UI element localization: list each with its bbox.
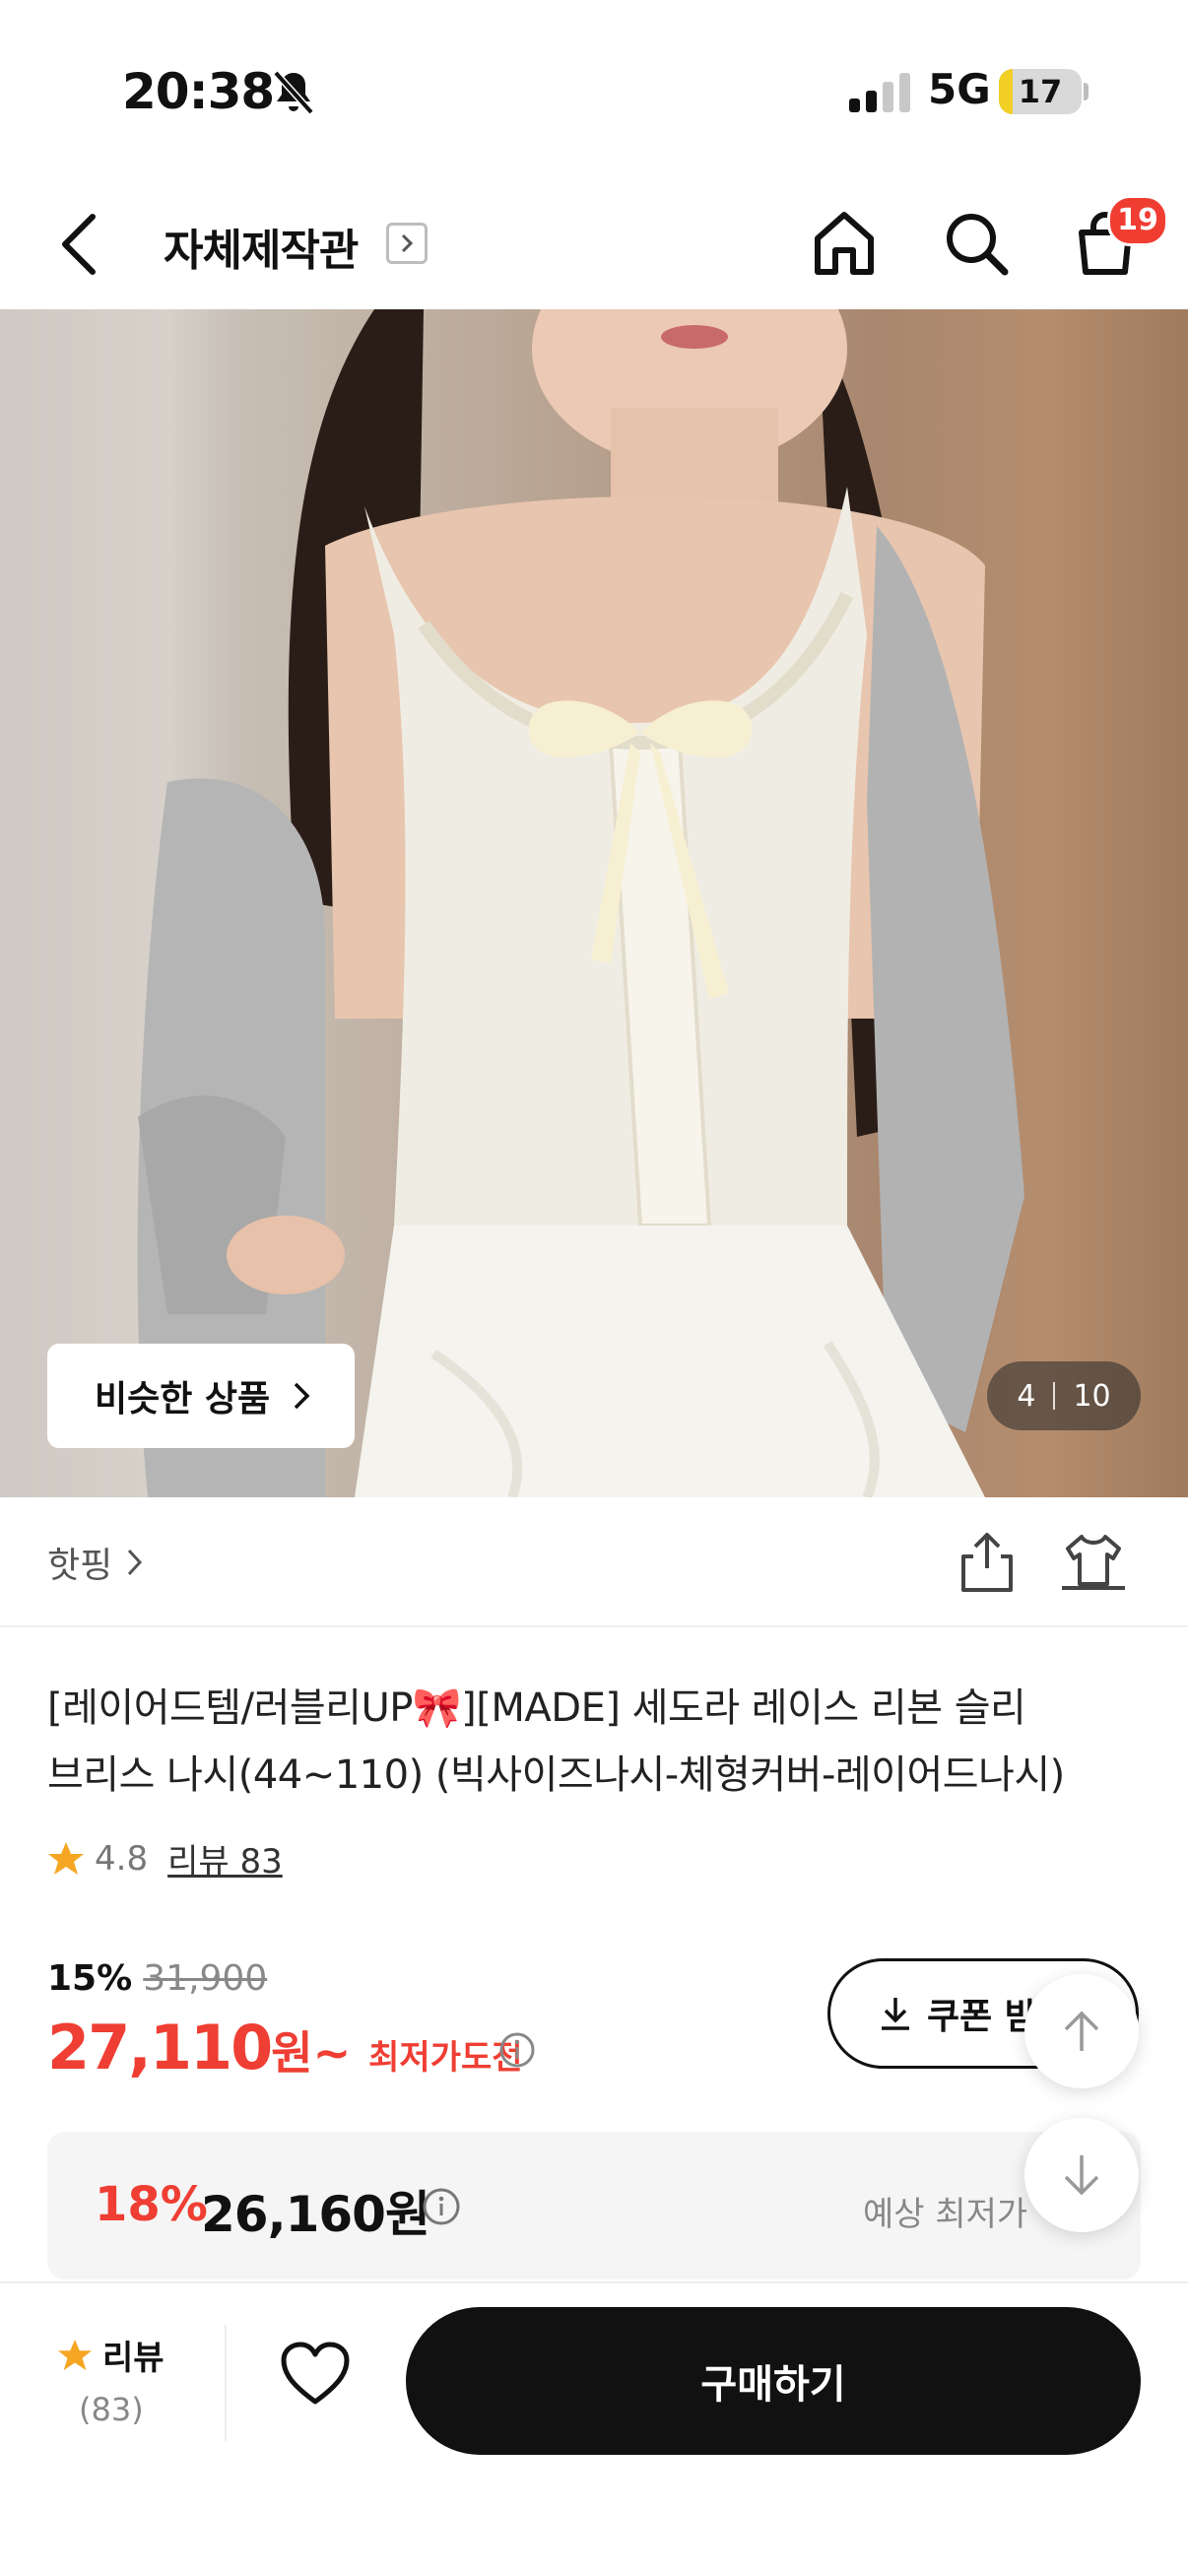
product-title-line2: 브리스 나시(44~110) (빅사이즈나시-체형커버-레이어드나시)	[47, 1752, 1065, 1798]
sale-price-unit: 원~	[271, 2026, 352, 2080]
image-page-total: 10	[1073, 1378, 1111, 1414]
expected-price: 26,160원	[201, 2186, 430, 2243]
arrow-down-icon	[1064, 2155, 1099, 2196]
rating-value: 4.8	[95, 1838, 149, 1879]
home-icon[interactable]	[812, 209, 877, 278]
page-indicator-separator	[1053, 1382, 1056, 1410]
info-icon[interactable]	[422, 2187, 461, 2226]
chevron-right-icon	[294, 1382, 310, 1410]
brand-link[interactable]: 핫핑	[47, 1537, 144, 1588]
heart-icon[interactable]	[280, 2341, 351, 2408]
product-title-line1: [레이어드템/러블리UP🎀][MADE] 세도라 레이스 리본 슬리	[47, 1685, 1026, 1731]
image-page-indicator: 4 10	[987, 1361, 1141, 1430]
star-icon	[48, 1841, 84, 1875]
review-tab[interactable]: 리뷰 (83)	[57, 2331, 185, 2428]
signal-icon	[849, 73, 910, 112]
battery-indicator: 17	[999, 69, 1082, 114]
buy-button[interactable]: 구매하기	[406, 2307, 1141, 2455]
battery-level: 17	[1018, 73, 1063, 110]
store-title[interactable]: 자체제작관	[164, 215, 359, 278]
review-count-link[interactable]: 리뷰 83	[167, 1834, 283, 1882]
arrow-up-icon	[1064, 2011, 1099, 2051]
similar-products-button[interactable]: 비슷한 상품	[47, 1344, 355, 1448]
chevron-right-icon	[128, 1549, 143, 1576]
scroll-up-button[interactable]	[1024, 1974, 1139, 2088]
expected-lowest-label: 예상 최저가	[863, 2195, 1028, 2234]
expected-lowest-price-box[interactable]: 18% 26,160원 예상 최저가	[47, 2132, 1141, 2279]
buy-button-label: 구매하기	[700, 2362, 846, 2408]
download-icon	[882, 1998, 909, 2030]
vertical-divider	[225, 2325, 227, 2441]
back-icon[interactable]	[55, 209, 104, 280]
store-chevron-icon[interactable]	[386, 223, 428, 264]
brand-name: 핫핑	[47, 1546, 113, 1586]
bell-muted-icon	[273, 70, 314, 115]
product-image[interactable]	[0, 309, 1188, 1497]
battery-nub	[1084, 83, 1089, 100]
star-icon	[58, 2339, 92, 2370]
original-price: 31,900	[143, 1958, 268, 1999]
outfit-icon[interactable]	[1062, 1533, 1125, 1592]
status-time: 20:38	[122, 63, 275, 120]
search-icon[interactable]	[942, 209, 1011, 278]
price-original-row: 15% 31,900	[47, 1958, 267, 1999]
review-tab-label: 리뷰	[102, 2339, 165, 2378]
sale-price-row: 27,110 원~ 최저가도전	[47, 2012, 523, 2083]
info-icon[interactable]	[498, 2031, 536, 2069]
divider	[0, 1625, 1188, 1627]
similar-products-label: 비슷한 상품	[95, 1379, 271, 1420]
review-tab-count: (83)	[79, 2391, 144, 2428]
product-title: [레이어드템/러블리UP🎀][MADE] 세도라 레이스 리본 슬리 브리스 나…	[47, 1675, 1141, 1809]
scroll-down-button[interactable]	[1024, 2118, 1139, 2232]
image-page-current: 4	[1017, 1378, 1036, 1414]
discount-percent: 15%	[47, 1958, 133, 1999]
product-photo-illustration	[137, 309, 1024, 1497]
rating-row: 4.8 리뷰 83	[47, 1834, 283, 1882]
share-icon[interactable]	[959, 1531, 1015, 1594]
cart-count-badge: 19	[1107, 195, 1168, 246]
sale-price: 27,110	[47, 2012, 273, 2083]
network-type: 5G	[928, 65, 991, 113]
expected-discount-percent: 18%	[95, 2177, 208, 2232]
